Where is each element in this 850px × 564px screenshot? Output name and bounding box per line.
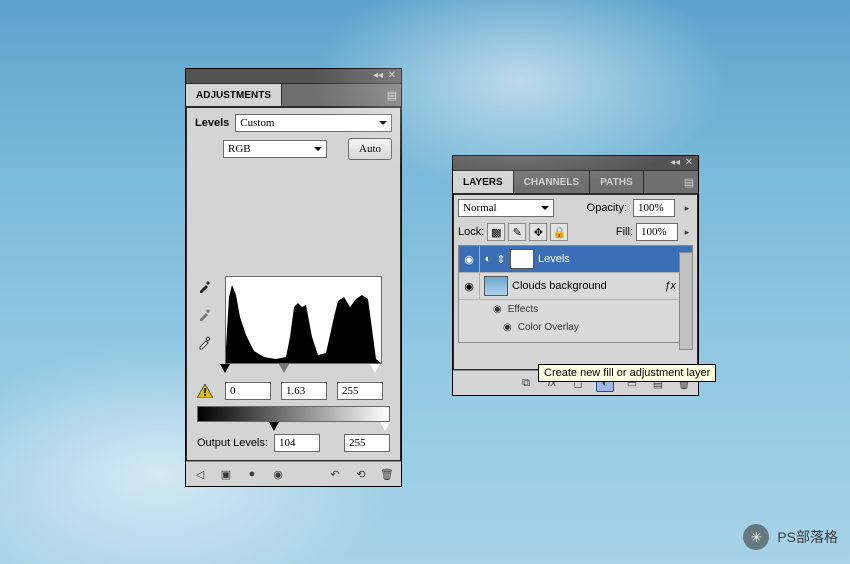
visibility-toggle-icon[interactable]: ◉ xyxy=(459,273,480,299)
tab-paths[interactable]: PATHS xyxy=(590,171,643,193)
output-hi-input[interactable] xyxy=(344,434,390,452)
link-icon: ⇕ xyxy=(496,253,506,266)
effects-label: Effects xyxy=(508,304,538,315)
fill-label: Fill: xyxy=(616,226,633,238)
output-lo-handle[interactable] xyxy=(269,422,279,431)
panel-menu-icon[interactable]: ▤ xyxy=(680,171,698,193)
midtone-input[interactable] xyxy=(281,382,327,400)
color-overlay-row[interactable]: ◉ Color Overlay xyxy=(459,318,692,336)
levels-label: Levels xyxy=(195,117,229,129)
layer-name[interactable]: Clouds background xyxy=(512,280,607,292)
output-levels-label: Output Levels: xyxy=(197,437,268,449)
eyedropper-tools xyxy=(197,278,213,350)
auto-button[interactable]: Auto xyxy=(348,138,392,160)
opacity-label: Opacity: xyxy=(587,202,627,214)
layers-titlebar[interactable]: ◂◂ ✕ xyxy=(453,156,698,170)
collapse-icon[interactable]: ◂◂ xyxy=(373,71,383,81)
wechat-icon: ✳ xyxy=(743,524,769,550)
layers-panel: ◂◂ ✕ LAYERS CHANNELS PATHS ▤ Normal Opac… xyxy=(452,155,699,396)
layer-thumbnail[interactable] xyxy=(484,276,508,296)
output-hi-handle[interactable] xyxy=(380,422,390,431)
tab-channels[interactable]: CHANNELS xyxy=(514,171,591,193)
adjustment-badge-icon: ◐ xyxy=(480,253,496,265)
adjustments-titlebar[interactable]: ◂◂ ✕ xyxy=(186,69,401,83)
expand-view-icon[interactable]: ▣ xyxy=(218,466,234,482)
tab-layers[interactable]: LAYERS xyxy=(453,171,514,193)
fill-flyout-icon[interactable]: ▸ xyxy=(681,226,693,238)
lock-position-icon[interactable]: ✥ xyxy=(529,223,547,241)
back-arrow-icon[interactable]: ◁ xyxy=(192,466,208,482)
fx-badge[interactable]: ƒx xyxy=(664,280,680,292)
black-point-eyedropper-icon[interactable] xyxy=(197,278,213,294)
opacity-input[interactable] xyxy=(633,199,675,217)
lock-paint-icon[interactable]: ✎ xyxy=(508,223,526,241)
fill-input[interactable] xyxy=(636,223,678,241)
preset-select[interactable]: Custom xyxy=(235,114,392,132)
lock-label: Lock: xyxy=(458,226,484,238)
reset-icon[interactable]: ⟲ xyxy=(353,466,369,482)
close-icon[interactable]: ✕ xyxy=(684,158,694,168)
output-slider[interactable] xyxy=(197,422,390,432)
adjustments-footer: ◁ ▣ ● ◉ ↶ ⟲ 🗑 xyxy=(186,461,401,486)
highlight-input[interactable] xyxy=(337,382,383,400)
panel-menu-icon[interactable]: ▤ xyxy=(383,84,401,106)
midtone-slider-handle[interactable] xyxy=(279,364,289,373)
output-gradient xyxy=(197,406,390,422)
visibility-icon[interactable]: ◉ xyxy=(270,466,286,482)
visibility-toggle-icon[interactable]: ◉ xyxy=(459,246,480,272)
layer-row-levels[interactable]: ◉ ◐ ⇕ Levels xyxy=(459,246,692,273)
adjustments-tabs: ADJUSTMENTS ▤ xyxy=(186,83,401,107)
color-overlay-label: Color Overlay xyxy=(518,322,579,333)
clip-to-layer-icon[interactable]: ● xyxy=(244,466,260,482)
gray-point-eyedropper-icon[interactable] xyxy=(197,306,213,322)
tooltip: Create new fill or adjustment layer xyxy=(538,364,716,382)
layers-tabs: LAYERS CHANNELS PATHS ▤ xyxy=(453,170,698,194)
collapse-icon[interactable]: ◂◂ xyxy=(670,158,680,168)
tab-adjustments[interactable]: ADJUSTMENTS xyxy=(186,84,282,106)
layer-list: ◉ ◐ ⇕ Levels ◉ Clouds background ƒx ▴ ◉ … xyxy=(458,245,693,343)
input-slider[interactable] xyxy=(225,364,380,374)
channel-select[interactable]: RGB xyxy=(223,140,327,158)
clip-warning-icon[interactable] xyxy=(197,384,213,398)
shadow-slider-handle[interactable] xyxy=(220,364,230,373)
watermark: ✳ PS部落格 xyxy=(743,524,838,550)
adjustments-panel: ◂◂ ✕ ADJUSTMENTS ▤ Levels Custom RGB Aut… xyxy=(185,68,402,487)
shadow-input[interactable] xyxy=(225,382,271,400)
layer-row-clouds[interactable]: ◉ Clouds background ƒx ▴ xyxy=(459,273,692,300)
blend-mode-select[interactable]: Normal xyxy=(458,199,554,217)
histogram xyxy=(225,276,382,364)
watermark-text: PS部落格 xyxy=(777,527,838,547)
layer-name[interactable]: Levels xyxy=(538,253,570,265)
white-point-eyedropper-icon[interactable] xyxy=(197,334,213,350)
trash-icon[interactable]: 🗑 xyxy=(379,466,395,482)
layer-scrollbar[interactable] xyxy=(679,252,693,350)
output-lo-input[interactable] xyxy=(274,434,320,452)
lock-transparent-icon[interactable]: ▩ xyxy=(487,223,505,241)
lock-all-icon[interactable]: 🔒 xyxy=(550,223,568,241)
layer-mask-thumbnail[interactable] xyxy=(510,249,534,269)
close-icon[interactable]: ✕ xyxy=(387,71,397,81)
link-layers-icon[interactable]: ⧉ xyxy=(518,375,534,391)
effects-row[interactable]: ◉ Effects xyxy=(459,300,692,318)
previous-state-icon[interactable]: ↶ xyxy=(327,466,343,482)
highlight-slider-handle[interactable] xyxy=(370,364,380,373)
opacity-flyout-icon[interactable]: ▸ xyxy=(681,202,693,214)
